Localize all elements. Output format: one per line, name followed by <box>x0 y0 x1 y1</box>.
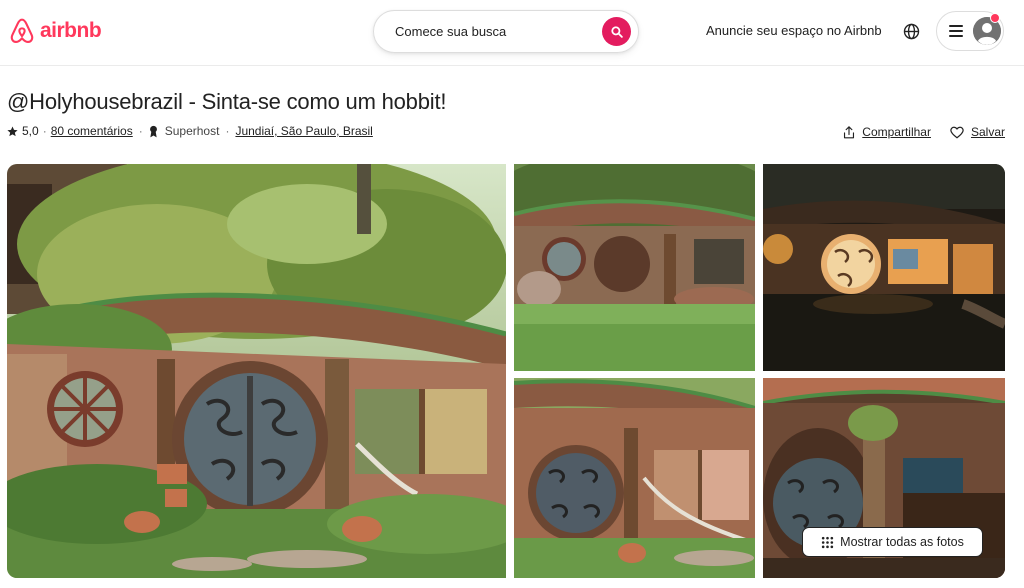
hobbit-house-door-photo <box>514 378 755 578</box>
rating-value: 5,0 <box>22 124 39 138</box>
photo-main-hobbit-house[interactable] <box>7 164 506 578</box>
listing-title: @Holyhousebrazil - Sinta-se como um hobb… <box>7 89 447 114</box>
share-button[interactable]: Compartilhar <box>843 125 931 139</box>
superhost-icon <box>149 125 157 137</box>
rating-separator: · <box>42 124 47 138</box>
top-navbar: airbnb Comece sua busca Anuncie seu espa… <box>0 0 1024 66</box>
listing-actions: Compartilhar Salvar <box>843 125 1005 139</box>
listing-meta: 5,0 · 80 comentários · Superhost · Jundi… <box>7 124 373 138</box>
photo-night-view[interactable] <box>763 164 1005 371</box>
search-label: Comece sua busca <box>395 24 507 39</box>
photo-garden-view[interactable] <box>514 164 755 371</box>
heart-icon <box>950 126 964 138</box>
show-all-photos-button[interactable]: Mostrar todas as fotos <box>802 527 983 557</box>
notification-dot <box>990 13 1000 23</box>
star-icon <box>7 126 18 136</box>
share-icon <box>844 125 855 138</box>
airbnb-logo[interactable]: airbnb <box>8 16 102 46</box>
separator: · <box>225 124 230 138</box>
search-button[interactable] <box>602 17 631 46</box>
hamburger-icon <box>949 25 963 37</box>
share-label: Compartilhar <box>862 125 931 139</box>
superhost-badge: Superhost <box>164 124 220 138</box>
grid-icon <box>822 536 834 548</box>
save-button[interactable]: Salvar <box>950 125 1005 139</box>
airbnb-logo-icon <box>10 18 34 43</box>
hobbit-house-garden-photo <box>514 164 755 371</box>
hobbit-house-night-photo <box>763 164 1005 371</box>
search-bar[interactable]: Comece sua busca <box>373 10 639 53</box>
search-icon <box>610 25 623 38</box>
save-label: Salvar <box>970 125 1005 139</box>
separator: · <box>138 124 143 138</box>
location-link[interactable]: Jundiaí, São Paulo, Brasil <box>235 124 372 138</box>
show-all-photos-label: Mostrar todas as fotos <box>840 535 964 549</box>
photo-door-view[interactable] <box>514 378 755 578</box>
host-link[interactable]: Anuncie seu espaço no Airbnb <box>706 23 882 38</box>
reviews-link[interactable]: 80 comentários <box>51 124 133 138</box>
logo-text: airbnb <box>40 19 102 42</box>
hobbit-house-day-photo <box>7 164 506 578</box>
globe-icon[interactable] <box>903 23 920 40</box>
